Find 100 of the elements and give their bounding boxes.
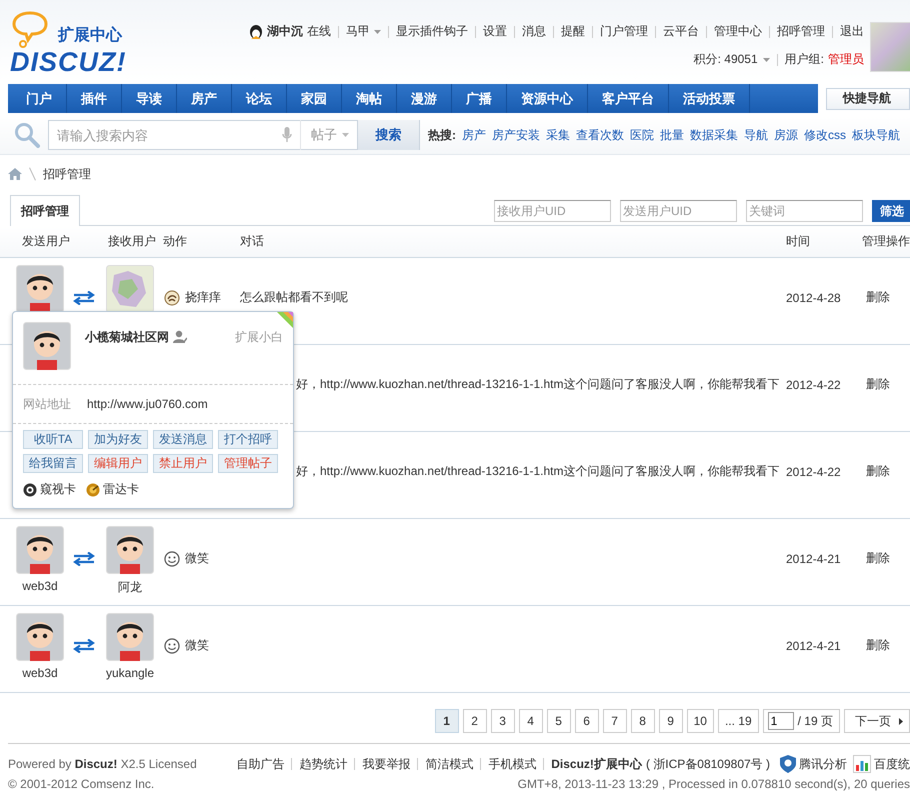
username-link[interactable]: 湖中沉 bbox=[267, 23, 303, 40]
credits-menu[interactable]: 积分: 49051 bbox=[694, 51, 770, 68]
home-icon[interactable] bbox=[8, 168, 22, 180]
hot-search-link[interactable]: 导航 bbox=[744, 126, 768, 144]
hot-search-link[interactable]: 批量 bbox=[660, 126, 684, 144]
nav-item[interactable]: 门户 bbox=[12, 84, 67, 113]
header-link[interactable]: 招呼管理 bbox=[777, 23, 825, 40]
header-link[interactable]: 提醒 bbox=[561, 23, 585, 40]
header-link[interactable]: 退出 bbox=[840, 23, 864, 40]
page-button[interactable]: 6 bbox=[574, 709, 599, 733]
filter-field[interactable]: 发送用户UID bbox=[620, 200, 737, 222]
user-name-link[interactable]: web3d bbox=[22, 579, 58, 593]
item-card-link[interactable]: 窥视卡 bbox=[23, 481, 76, 498]
nav-item[interactable]: 淘帖 bbox=[342, 84, 397, 113]
popup-action-button[interactable]: 管理帖子 bbox=[218, 454, 278, 473]
hot-search-link[interactable]: 修改css bbox=[804, 126, 846, 144]
user-avatar bbox=[16, 613, 64, 661]
page-jump-field[interactable]: 1 bbox=[768, 712, 794, 730]
caret-icon bbox=[342, 133, 349, 137]
icp-link[interactable]: ( 浙ICP备08109807号 ) bbox=[646, 754, 770, 774]
user-avatar bbox=[106, 613, 154, 661]
popup-action-button[interactable]: 收听TA bbox=[23, 430, 83, 449]
site-link[interactable]: Discuz!扩展中心 bbox=[551, 754, 642, 774]
header-link[interactable]: 设置 bbox=[483, 23, 507, 40]
breadcrumb-link[interactable]: 招呼管理 bbox=[43, 166, 91, 182]
nav-item[interactable]: 资源中心 bbox=[507, 84, 588, 113]
search-bar[interactable]: 请输入搜索内容 帖子 搜索 bbox=[48, 120, 420, 150]
page-button[interactable]: 8 bbox=[630, 709, 655, 733]
last-page-button[interactable]: ... 19 bbox=[718, 709, 759, 733]
popup-action-button[interactable]: 发送消息 bbox=[153, 430, 213, 449]
footer-link[interactable]: 自助广告 bbox=[236, 754, 284, 774]
nav-item[interactable]: 广播 bbox=[452, 84, 507, 113]
hot-search-link[interactable]: 查看次数 bbox=[576, 126, 624, 144]
website-link[interactable]: http://www.ju0760.com bbox=[87, 397, 208, 411]
next-page-button[interactable]: 下一页 bbox=[844, 709, 910, 733]
user-avatar bbox=[16, 526, 64, 574]
footer-link[interactable]: 手机模式 bbox=[488, 754, 536, 774]
nav-item[interactable]: 论坛 bbox=[232, 84, 287, 113]
action-label: 微笑 bbox=[185, 550, 209, 567]
nav-item[interactable]: 客户平台 bbox=[588, 84, 669, 113]
nav-item[interactable]: 家园 bbox=[287, 84, 342, 113]
hot-search-link[interactable]: 房源 bbox=[774, 126, 798, 144]
nav-item[interactable]: 房产 bbox=[177, 84, 232, 113]
popup-action-button[interactable]: 编辑用户 bbox=[88, 454, 148, 473]
user-name-link[interactable]: 阿龙 bbox=[118, 579, 142, 596]
footer-link[interactable]: 趋势统计 bbox=[299, 754, 348, 774]
popup-action-button[interactable]: 给我留言 bbox=[23, 454, 83, 473]
header-link[interactable]: 显示插件钩子 bbox=[396, 23, 468, 40]
nav-item[interactable]: 导读 bbox=[122, 84, 177, 113]
nav-item[interactable]: 插件 bbox=[67, 84, 122, 113]
header-link[interactable]: 云平台 bbox=[663, 23, 699, 40]
stats-link[interactable]: 腾讯分析 bbox=[799, 754, 847, 774]
page-button[interactable]: 10 bbox=[686, 709, 714, 733]
page-button[interactable]: 5 bbox=[546, 709, 571, 733]
stats-link[interactable]: 百度统 bbox=[874, 754, 910, 774]
header-link[interactable]: 消息 bbox=[522, 23, 546, 40]
caret-icon bbox=[899, 718, 903, 724]
popup-action-button[interactable]: 禁止用户 bbox=[153, 454, 213, 473]
header-link[interactable]: 门户管理 bbox=[600, 23, 648, 40]
search-button[interactable]: 搜索 bbox=[357, 120, 419, 150]
footer-link[interactable]: 简洁模式 bbox=[425, 754, 474, 774]
hot-search-link[interactable]: 板块导航 bbox=[852, 126, 900, 144]
hot-search-link[interactable]: 数据采集 bbox=[690, 126, 738, 144]
nav-item[interactable]: 活动投票 bbox=[669, 84, 750, 113]
user-name-link[interactable]: web3d bbox=[22, 666, 58, 680]
page-button[interactable]: 1 bbox=[434, 709, 459, 733]
hot-search-link[interactable]: 采集 bbox=[546, 126, 570, 144]
filter-field[interactable]: 接收用户UID bbox=[494, 200, 611, 222]
hot-search-label: 热搜: bbox=[428, 126, 456, 144]
vest-menu[interactable]: 马甲 bbox=[346, 23, 381, 40]
popup-username[interactable]: 小榄菊城社区网 bbox=[85, 329, 169, 346]
tab[interactable]: 招呼管理 bbox=[10, 195, 80, 226]
page-total: / 19 页 bbox=[798, 712, 833, 730]
user-name-link[interactable]: yukangle bbox=[106, 666, 154, 680]
delete-link[interactable]: 删除 bbox=[866, 376, 910, 393]
page-button[interactable]: 3 bbox=[490, 709, 515, 733]
avatar-photo[interactable] bbox=[870, 22, 910, 72]
hot-search-link[interactable]: 医院 bbox=[630, 126, 654, 144]
delete-link[interactable]: 删除 bbox=[866, 463, 910, 480]
hot-search-link[interactable]: 房产 bbox=[462, 126, 486, 144]
nav-item[interactable]: 漫游 bbox=[397, 84, 452, 113]
page-button[interactable]: 9 bbox=[658, 709, 683, 733]
footer-link[interactable]: 我要举报 bbox=[362, 754, 410, 774]
hot-search-link[interactable]: 房产安装 bbox=[492, 126, 540, 144]
delete-link[interactable]: 删除 bbox=[866, 637, 910, 654]
eye-icon bbox=[23, 482, 37, 496]
user-group-link[interactable]: 管理员 bbox=[828, 51, 864, 68]
popup-action-button[interactable]: 加为好友 bbox=[88, 430, 148, 449]
delete-link[interactable]: 删除 bbox=[866, 550, 910, 567]
page-button[interactable]: 7 bbox=[602, 709, 627, 733]
quick-nav-button[interactable]: 快捷导航 bbox=[826, 88, 910, 110]
popup-action-button[interactable]: 打个招呼 bbox=[218, 430, 278, 449]
hand-icon bbox=[164, 290, 180, 306]
item-card-link[interactable]: 雷达卡 bbox=[86, 481, 139, 498]
filter-button[interactable]: 筛选 bbox=[872, 200, 910, 222]
page-button[interactable]: 4 bbox=[518, 709, 543, 733]
filter-field[interactable]: 关键词 bbox=[746, 200, 863, 222]
header-link[interactable]: 管理中心 bbox=[714, 23, 762, 40]
page-button[interactable]: 2 bbox=[462, 709, 487, 733]
delete-link[interactable]: 删除 bbox=[866, 289, 910, 306]
